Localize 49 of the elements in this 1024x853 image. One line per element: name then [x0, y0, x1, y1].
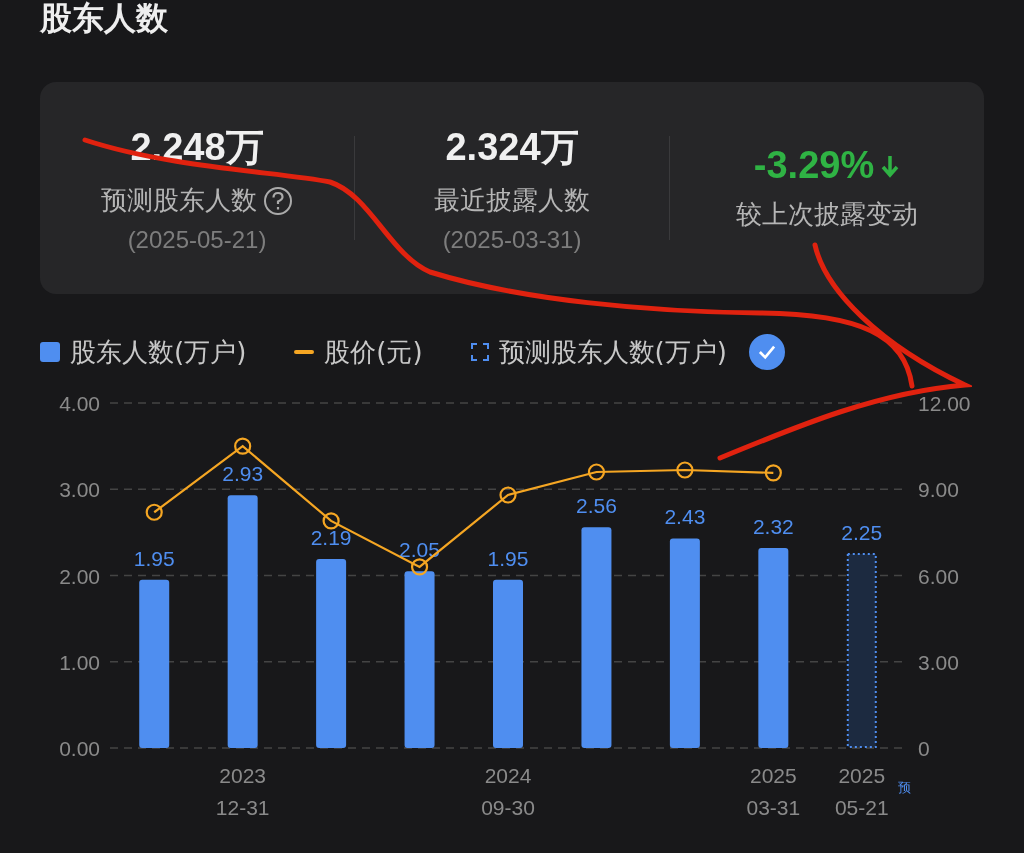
check-toggle[interactable]: [748, 334, 785, 370]
value-label: 1.95: [133, 546, 175, 570]
point: [234, 437, 252, 455]
help-icon[interactable]: [263, 185, 293, 216]
value-label: 2.43: [664, 505, 706, 529]
axis-label: 6.00: [918, 564, 959, 588]
page-title: 股东人数: [40, 0, 169, 36]
stat-date: (2025-05-21): [127, 226, 267, 254]
value-label: 2.56: [576, 494, 617, 518]
value-label: 2.32: [752, 514, 794, 538]
axis-label: 3.00: [918, 650, 959, 674]
axis-label: 3.00: [59, 478, 100, 502]
point: [676, 461, 694, 479]
dashed-square-legend-icon: [470, 343, 489, 361]
legend-label: 股价(元): [324, 335, 423, 369]
axis-label: 2.00: [59, 564, 100, 588]
axis-label: 2024 09-30: [481, 764, 535, 819]
stat-value: -3.29%: [753, 144, 875, 187]
axis-label: 12.00: [918, 392, 971, 415]
value-label: 2.05: [399, 538, 440, 562]
stat-label: 较上次披露变动: [736, 198, 918, 231]
axis-label: 0: [918, 737, 930, 760]
forecast-mark: 预: [898, 780, 912, 795]
value-label: 2.19: [310, 526, 352, 550]
stat-date: (2025-03-31): [442, 226, 582, 254]
axis-label: 2025 03-31: [746, 764, 801, 819]
point: [145, 503, 163, 521]
down-arrow-icon: [880, 153, 901, 178]
axis-label: 0.00: [59, 737, 100, 760]
point: [587, 463, 606, 481]
axis-label: 2023 12-31: [215, 764, 270, 819]
point: [764, 464, 782, 482]
axis-label: 1.00: [59, 650, 100, 674]
point: [499, 486, 517, 504]
point: [322, 512, 340, 530]
value-label: 1.95: [487, 546, 529, 570]
legend-label: 股东人数(万户): [70, 335, 247, 369]
value-label: 2.93: [222, 462, 264, 486]
axis-label: 4.00: [59, 392, 100, 415]
point: [410, 558, 429, 576]
legend-label: 预测股东人数(万户): [498, 335, 727, 369]
axis-label: 2025 05-21: [834, 764, 889, 819]
value-label: 2.25: [841, 520, 883, 544]
bar-legend-icon: [40, 342, 60, 362]
stat-label: 最近披露人数: [434, 184, 590, 217]
stat-label: 预测股东人数: [101, 184, 257, 217]
line-legend-icon: [294, 350, 315, 354]
axis-label: 9.00: [918, 478, 959, 502]
stat-value: 2.324万: [445, 125, 579, 170]
